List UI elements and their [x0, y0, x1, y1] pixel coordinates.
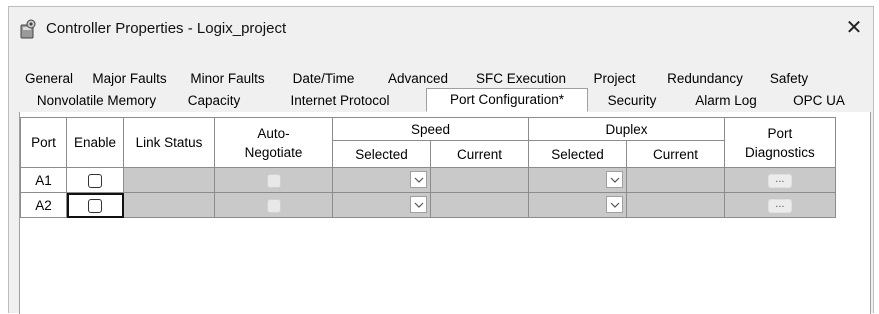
tab-port-configuration[interactable]: Port Configuration*	[426, 88, 588, 112]
chevron-down-icon[interactable]	[606, 171, 623, 188]
auto-negotiate-checkbox	[266, 173, 281, 188]
tab-alarm-log[interactable]: Alarm Log	[676, 91, 776, 112]
header-enable: Enable	[66, 117, 124, 168]
header-speed: Speed	[332, 117, 529, 141]
tab-capacity[interactable]: Capacity	[174, 91, 254, 112]
enable-cell	[66, 167, 124, 193]
tab-advanced[interactable]: Advanced	[372, 69, 464, 90]
enable-cell	[66, 192, 124, 218]
enable-checkbox[interactable]	[88, 173, 102, 188]
controller-properties-window: Controller Properties - Logix_project ✕ …	[8, 6, 874, 314]
controller-properties-icon	[19, 19, 37, 39]
chevron-down-icon[interactable]	[410, 196, 427, 213]
speed-selected-combo[interactable]	[332, 167, 431, 193]
auto-negotiate-cell	[214, 192, 333, 218]
header-speed-selected: Selected	[332, 140, 431, 168]
tab-minor-faults[interactable]: Minor Faults	[180, 69, 275, 90]
speed-selected-combo[interactable]	[332, 192, 431, 218]
tab-security[interactable]: Security	[588, 91, 676, 112]
duplex-selected-combo[interactable]	[528, 167, 627, 193]
header-duplex: Duplex	[528, 117, 725, 141]
tab-row-2: Nonvolatile Memory Capacity Internet Pro…	[19, 88, 862, 112]
link-status-cell	[123, 192, 215, 218]
auto-negotiate-cell	[214, 167, 333, 193]
enable-checkbox[interactable]	[88, 198, 102, 213]
tab-safety[interactable]: Safety	[759, 69, 819, 90]
auto-negotiate-checkbox	[266, 198, 281, 213]
title-bar: Controller Properties - Logix_project ✕	[9, 7, 873, 49]
port-configuration-table: Port Enable Link Status Auto-Negotiate S…	[20, 117, 836, 218]
port-configuration-panel: Port Enable Link Status Auto-Negotiate S…	[19, 112, 871, 314]
tab-sfc-execution[interactable]: SFC Execution	[464, 69, 578, 90]
duplex-current-cell	[626, 167, 725, 193]
speed-current-cell	[430, 192, 529, 218]
table-row: A2 ...	[20, 192, 836, 218]
tab-date-time[interactable]: Date/Time	[275, 69, 372, 90]
tab-redundancy[interactable]: Redundancy	[651, 69, 759, 90]
duplex-selected-combo[interactable]	[528, 192, 627, 218]
chevron-down-icon[interactable]	[410, 171, 427, 188]
tab-general[interactable]: General	[19, 69, 79, 90]
speed-current-cell	[430, 167, 529, 193]
port-diagnostics-cell: ...	[724, 167, 836, 193]
link-status-cell	[123, 167, 215, 193]
port-diagnostics-button[interactable]: ...	[767, 198, 792, 213]
tab-project[interactable]: Project	[578, 69, 651, 90]
close-icon[interactable]: ✕	[841, 15, 867, 41]
tab-row-1: General Major Faults Minor Faults Date/T…	[19, 69, 819, 90]
tab-major-faults[interactable]: Major Faults	[79, 69, 180, 90]
port-diagnostics-button[interactable]: ...	[767, 173, 792, 188]
tab-nonvolatile-memory[interactable]: Nonvolatile Memory	[19, 91, 174, 112]
tab-internet-protocol[interactable]: Internet Protocol	[254, 91, 426, 112]
header-port-diagnostics: Port Diagnostics	[724, 117, 836, 168]
header-duplex-selected: Selected	[528, 140, 627, 168]
header-auto-negotiate: Auto-Negotiate	[214, 117, 333, 168]
header-speed-current: Current	[430, 140, 529, 168]
header-link-status: Link Status	[123, 117, 215, 168]
tab-opc-ua[interactable]: OPC UA	[776, 91, 862, 112]
chevron-down-icon[interactable]	[606, 196, 623, 213]
port-diagnostics-cell: ...	[724, 192, 836, 218]
header-duplex-current: Current	[626, 140, 725, 168]
table-row: A1 ...	[20, 167, 836, 193]
header-port: Port	[20, 117, 67, 168]
port-cell: A1	[20, 167, 67, 193]
port-cell: A2	[20, 192, 67, 218]
window-title: Controller Properties - Logix_project	[46, 20, 287, 37]
duplex-current-cell	[626, 192, 725, 218]
